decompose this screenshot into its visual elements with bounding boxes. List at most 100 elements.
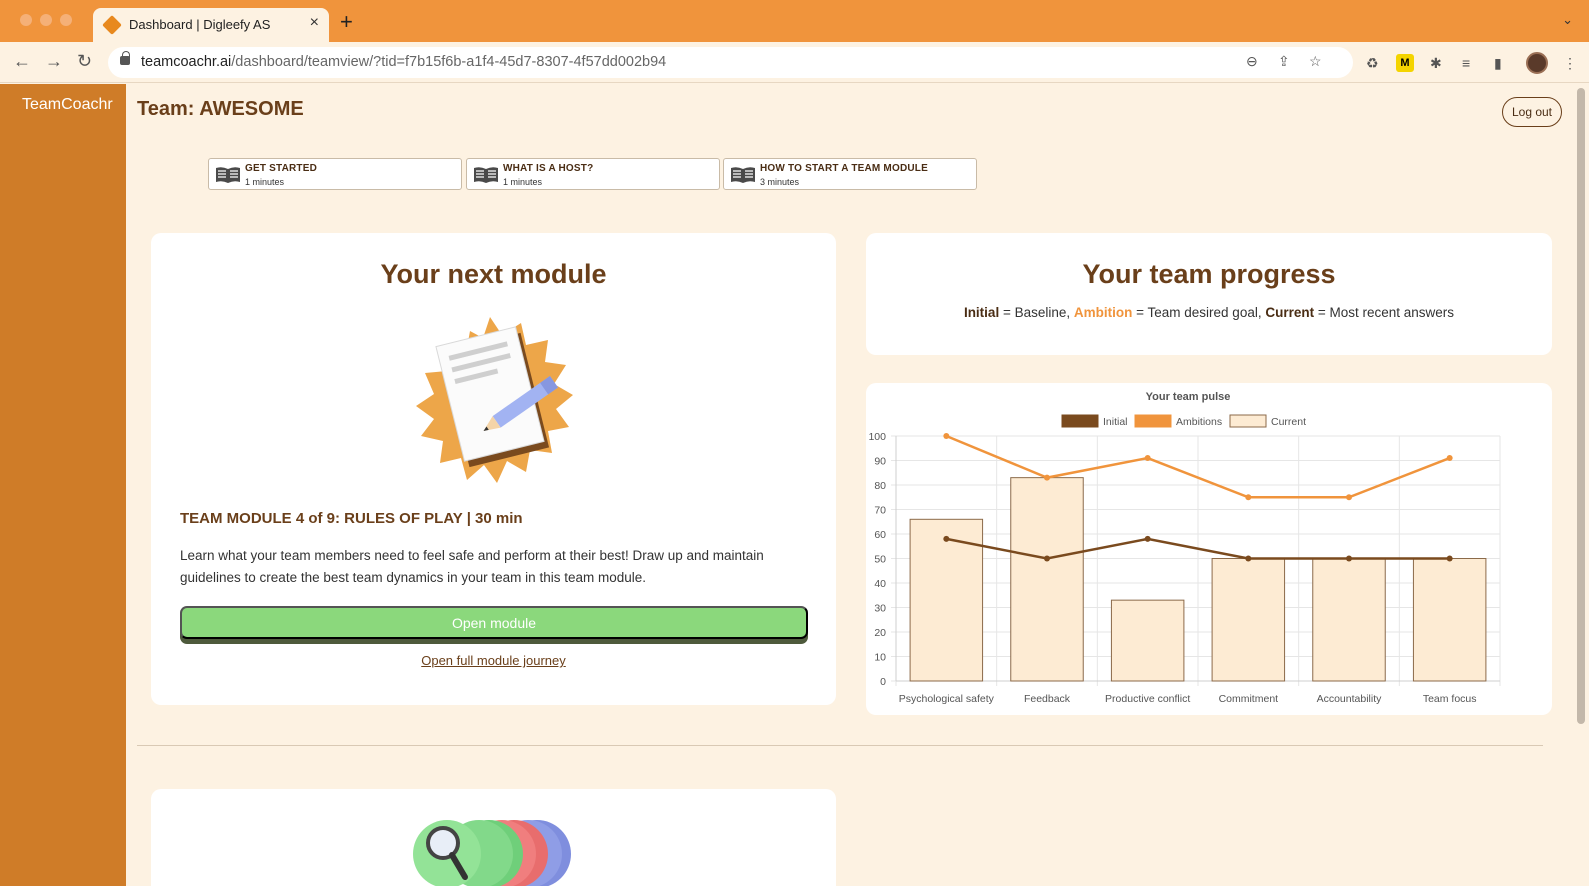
team-pulse-chart-card: Your team pulse 0 10 20 30 40 50 60 70 80 90 100 Ps… xyxy=(866,383,1552,715)
team-pulse-chart: Your team pulse 0 10 20 30 40 50 60 70 80 90 100 Ps… xyxy=(868,391,1501,705)
new-tab-icon[interactable]: + xyxy=(340,9,353,35)
point-initial xyxy=(1044,555,1050,562)
forward-icon[interactable]: → xyxy=(45,51,63,72)
reading-list-icon[interactable]: ≡ xyxy=(1462,55,1470,71)
y-tick-label: 100 xyxy=(868,431,886,443)
share-icon[interactable]: ⇪ xyxy=(1278,53,1290,70)
url-path: /dashboard/teamview/?tid=f7b15f6b-a1f4-4… xyxy=(231,54,667,70)
book-icon xyxy=(731,167,755,183)
reload-icon[interactable]: ↻ xyxy=(77,51,92,72)
team-progress-card: Your team progress Initial = Baseline, A… xyxy=(866,233,1552,355)
tab-search-chevron-icon[interactable]: ⌄ xyxy=(1562,12,1573,28)
tab-title: Dashboard | Digleefy AS xyxy=(129,17,271,32)
x-tick-label: Productive conflict xyxy=(1105,693,1190,705)
module-title: TEAM MODULE 4 of 9: RULES OF PLAY | 30 m… xyxy=(180,510,523,527)
tab-close-icon[interactable]: × xyxy=(310,14,319,32)
point-initial xyxy=(1245,555,1252,562)
next-module-heading: Your next module xyxy=(380,259,607,289)
page-scrollbar[interactable] xyxy=(1574,84,1589,886)
x-tick-label: Feedback xyxy=(1024,693,1071,705)
guide-get-started[interactable]: GET STARTED 1 minutes xyxy=(208,158,462,190)
guide-duration: 3 minutes xyxy=(760,177,800,187)
y-tick-label: 40 xyxy=(874,578,886,590)
bookmark-star-icon[interactable]: ☆ xyxy=(1309,53,1322,70)
guide-what-is-a-host[interactable]: WHAT IS A HOST? 1 minutes xyxy=(466,158,720,190)
side-panel-icon[interactable]: ▮ xyxy=(1494,55,1502,72)
bar-current xyxy=(1010,477,1084,682)
y-tick-label: 10 xyxy=(874,652,886,664)
favicon-icon xyxy=(102,15,122,35)
legend-swatch xyxy=(1229,414,1267,428)
book-icon xyxy=(216,167,240,183)
window-minimize-dot[interactable] xyxy=(40,14,52,26)
point-ambitions xyxy=(1346,494,1352,501)
legend-ambition-desc: = Team desired goal, xyxy=(1132,305,1266,320)
zoom-icon[interactable]: ⊖ xyxy=(1246,53,1258,70)
guide-duration: 1 minutes xyxy=(245,177,285,187)
point-ambitions xyxy=(1144,455,1151,462)
bar-current xyxy=(1412,558,1487,682)
url-text: teamcoachr.ai/dashboard/teamview/?tid=f7… xyxy=(141,54,666,70)
brand-logo[interactable]: TeamCoachr xyxy=(22,96,113,114)
next-module-card: Your next module TEAM MODULE 4 of 9: RUL… xyxy=(151,233,836,705)
bar-current xyxy=(1110,599,1185,682)
section-divider xyxy=(137,745,1543,746)
window-zoom-dot[interactable] xyxy=(60,14,72,26)
scrollbar-thumb[interactable] xyxy=(1577,88,1585,724)
guide-title: HOW TO START A TEAM MODULE xyxy=(760,163,928,174)
legend-initial-term: Initial xyxy=(963,305,1000,320)
chart-title: Your team pulse xyxy=(1146,391,1231,403)
lock-icon[interactable] xyxy=(120,51,130,65)
point-ambitions xyxy=(1446,455,1453,462)
logout-button[interactable]: Log out xyxy=(1502,97,1562,127)
extension-recycle-icon[interactable]: ♻ xyxy=(1366,55,1379,72)
y-tick-label: 0 xyxy=(880,676,886,688)
module-journey-card xyxy=(151,789,836,886)
guide-duration: 1 minutes xyxy=(503,177,543,187)
open-module-button[interactable]: Open module xyxy=(180,606,808,639)
module-description: Learn what your team members need to fee… xyxy=(180,548,764,585)
guide-title: WHAT IS A HOST? xyxy=(503,163,594,174)
browser-tab[interactable]: Dashboard | Digleefy AS × xyxy=(93,8,329,42)
point-initial xyxy=(1144,535,1151,542)
y-tick-label: 20 xyxy=(874,627,886,639)
y-tick-label: 30 xyxy=(874,603,886,615)
url-input[interactable]: teamcoachr.ai/dashboard/teamview/?tid=f7… xyxy=(108,47,1353,78)
page-title: Team: AWESOME xyxy=(137,98,304,120)
bar-current xyxy=(1211,558,1286,682)
legend-swatch xyxy=(1061,414,1099,428)
legend-label: Ambitions xyxy=(1176,416,1222,428)
legend-initial-desc: = Baseline, xyxy=(999,305,1074,320)
extensions-puzzle-icon[interactable]: ✱ xyxy=(1430,55,1442,72)
back-icon[interactable]: ← xyxy=(13,51,31,72)
legend-ambition-term: Ambition xyxy=(1073,305,1133,320)
legend-label: Current xyxy=(1271,416,1306,428)
point-initial xyxy=(1346,555,1352,562)
point-initial xyxy=(943,535,950,542)
point-initial xyxy=(1446,555,1453,562)
point-ambitions xyxy=(943,433,950,439)
x-tick-label: Team focus xyxy=(1423,693,1477,705)
address-bar: ← → ↻ teamcoachr.ai/dashboard/teamview/?… xyxy=(0,42,1589,83)
legend-current-desc: = Most recent answers xyxy=(1314,305,1455,320)
profile-avatar[interactable] xyxy=(1526,52,1548,74)
open-module-journey-link[interactable]: Open full module journey xyxy=(151,653,836,668)
extension-m-icon[interactable]: M xyxy=(1396,54,1414,72)
module-notepad-icon xyxy=(416,317,573,483)
y-tick-label: 80 xyxy=(874,480,886,492)
x-tick-label: Accountability xyxy=(1317,693,1383,705)
guide-title: GET STARTED xyxy=(245,163,318,174)
point-ambitions xyxy=(1245,494,1252,501)
point-ambitions xyxy=(1044,474,1050,481)
module-badges-icon xyxy=(413,820,571,886)
y-tick-label: 60 xyxy=(874,529,886,541)
browser-menu-icon[interactable]: ⋮ xyxy=(1563,55,1577,72)
y-tick-label: 90 xyxy=(874,456,886,468)
window-close-dot[interactable] xyxy=(20,14,32,26)
legend-swatch xyxy=(1134,414,1172,428)
guide-how-to-start-module[interactable]: HOW TO START A TEAM MODULE 3 minutes xyxy=(723,158,977,190)
y-tick-label: 70 xyxy=(874,505,886,517)
url-host: teamcoachr.ai xyxy=(141,54,232,70)
bar-current xyxy=(1312,558,1386,682)
legend-label: Initial xyxy=(1103,416,1128,428)
